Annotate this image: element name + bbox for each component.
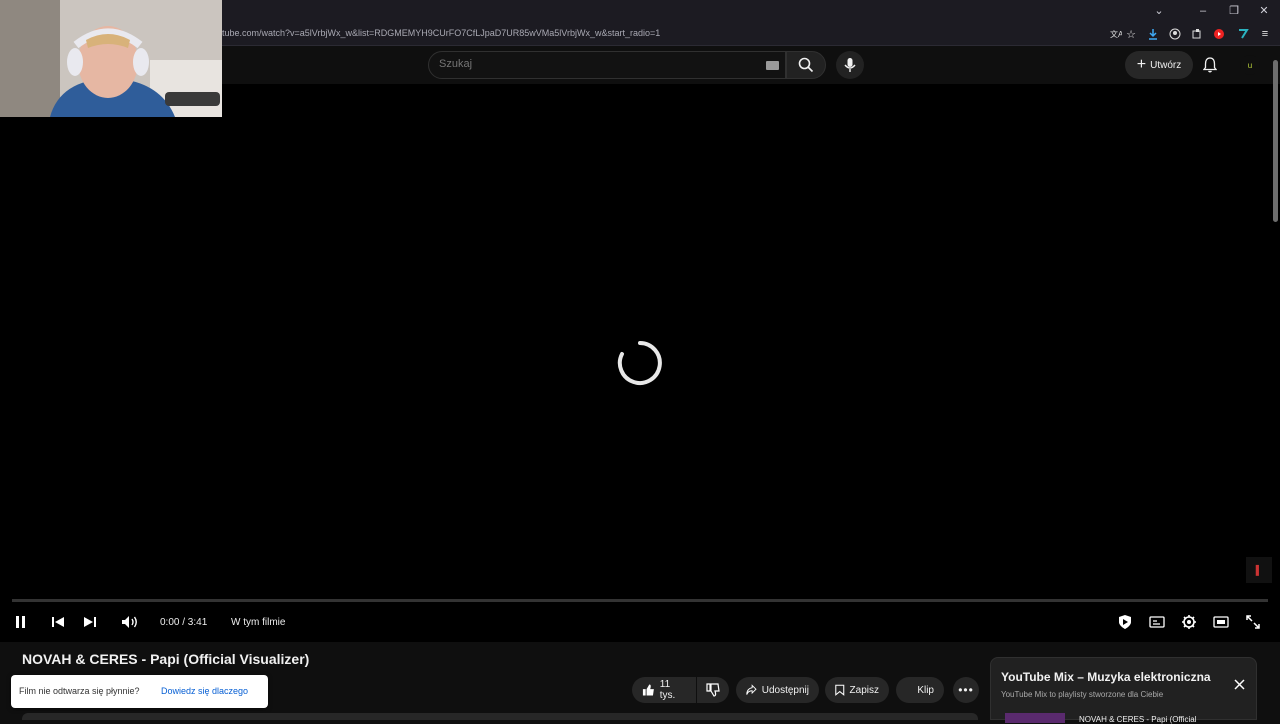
thumbs-up-icon xyxy=(642,684,654,696)
settings-button[interactable] xyxy=(1179,612,1199,632)
playback-issue-toast: Film nie odtwarza się płynnie? Dowiedz s… xyxy=(11,675,268,708)
fullscreen-icon xyxy=(1246,615,1260,629)
close-mix-button[interactable] xyxy=(1231,676,1247,692)
pause-icon xyxy=(16,616,25,628)
pause-button[interactable] xyxy=(11,612,31,632)
time-display: 0:00 / 3:41 xyxy=(160,617,208,628)
bookmark-icon xyxy=(835,684,845,696)
tab-list-chevron-icon[interactable]: ⌄ xyxy=(1152,4,1166,18)
ad-blocker-button[interactable] xyxy=(1115,612,1135,632)
fullscreen-button[interactable] xyxy=(1243,612,1263,632)
subtitles-icon xyxy=(1149,616,1165,628)
mix-title[interactable]: YouTube Mix – Muzyka elektroniczna xyxy=(1001,670,1211,684)
youtube-ext-icon[interactable] xyxy=(1212,27,1226,41)
mix-subtitle: YouTube Mix to playlisty stworzone dla C… xyxy=(1001,690,1164,699)
restore-icon[interactable]: ❐ xyxy=(1227,4,1241,18)
close-window-icon[interactable]: ✕ xyxy=(1257,4,1271,18)
previous-button[interactable] xyxy=(48,612,68,632)
page-scrollbar[interactable] xyxy=(1273,60,1278,222)
account-icon[interactable] xyxy=(1168,27,1182,41)
video-title: NOVAH & CERES - Papi (Official Visualize… xyxy=(22,651,310,667)
mix-playlist-panel: YouTube Mix – Muzyka elektroniczna YouTu… xyxy=(990,657,1257,724)
create-button[interactable]: + Utwórz xyxy=(1125,51,1193,79)
vpn-ext-icon[interactable] xyxy=(1236,27,1250,41)
more-actions-button[interactable]: ••• xyxy=(953,677,979,703)
subtitles-button[interactable] xyxy=(1147,612,1167,632)
shield-icon xyxy=(1119,615,1131,629)
close-icon xyxy=(1233,678,1245,690)
avatar[interactable]: u xyxy=(1240,55,1260,75)
player-controls: 0:00 / 3:41 W tym filmie xyxy=(0,604,1280,640)
url-text[interactable]: tube.com/watch?v=a5lVrbjWx_w&list=RDGMEM… xyxy=(222,28,660,38)
webcam-overlay xyxy=(0,0,222,117)
person-webcam-image xyxy=(0,0,222,117)
mix-item-thumbnail[interactable] xyxy=(1005,713,1065,723)
like-count: 11 tys. xyxy=(659,679,676,701)
microphone-icon xyxy=(844,58,856,72)
clip-button[interactable]: Klip xyxy=(896,677,944,703)
search-box[interactable] xyxy=(428,51,786,79)
player-corner-badge-icon[interactable]: ▌ xyxy=(1246,557,1272,583)
translate-icon[interactable]: 文A xyxy=(1109,27,1123,41)
create-label: Utwórz xyxy=(1150,59,1182,71)
toast-learn-more-link[interactable]: Dowiedz się dlaczego xyxy=(161,686,248,696)
voice-search-button[interactable] xyxy=(836,51,864,79)
save-button[interactable]: Zapisz xyxy=(825,677,889,703)
theater-icon xyxy=(1213,616,1229,628)
gear-icon xyxy=(1182,615,1196,629)
clip-label: Klip xyxy=(917,684,934,696)
chapter-label[interactable]: W tym filmie xyxy=(231,617,285,628)
like-button[interactable]: 11 tys. xyxy=(632,677,696,703)
notifications-button[interactable] xyxy=(1200,55,1220,75)
save-label: Zapisz xyxy=(849,684,879,696)
plus-icon: + xyxy=(1136,56,1147,73)
volume-icon xyxy=(122,616,137,628)
theater-mode-button[interactable] xyxy=(1211,612,1231,632)
keyboard-icon[interactable] xyxy=(766,61,779,70)
extensions-icon[interactable] xyxy=(1190,27,1204,41)
star-icon[interactable]: ☆ xyxy=(1124,27,1138,41)
menu-icon[interactable]: ≡ xyxy=(1258,27,1272,41)
search-button[interactable] xyxy=(786,51,826,79)
bell-icon xyxy=(1203,57,1217,73)
description-box[interactable] xyxy=(22,713,978,720)
search-input[interactable] xyxy=(439,58,739,70)
toast-message: Film nie odtwarza się płynnie? xyxy=(19,686,140,696)
share-icon xyxy=(746,684,757,695)
more-icon: ••• xyxy=(958,683,974,697)
thumbs-down-icon xyxy=(706,683,720,697)
share-label: Udostępnij xyxy=(761,684,809,696)
share-button[interactable]: Udostępnij xyxy=(736,677,819,703)
download-icon[interactable] xyxy=(1146,27,1160,41)
dislike-button[interactable] xyxy=(697,677,729,703)
previous-icon xyxy=(52,617,64,627)
next-icon xyxy=(84,617,96,627)
search-icon xyxy=(798,57,814,73)
svg-text:文A: 文A xyxy=(1110,29,1122,39)
progress-bar[interactable] xyxy=(12,599,1268,602)
minimize-icon[interactable]: – xyxy=(1196,4,1210,18)
loading-spinner-icon xyxy=(617,341,662,385)
next-button[interactable] xyxy=(80,612,100,632)
volume-button[interactable] xyxy=(120,612,140,632)
